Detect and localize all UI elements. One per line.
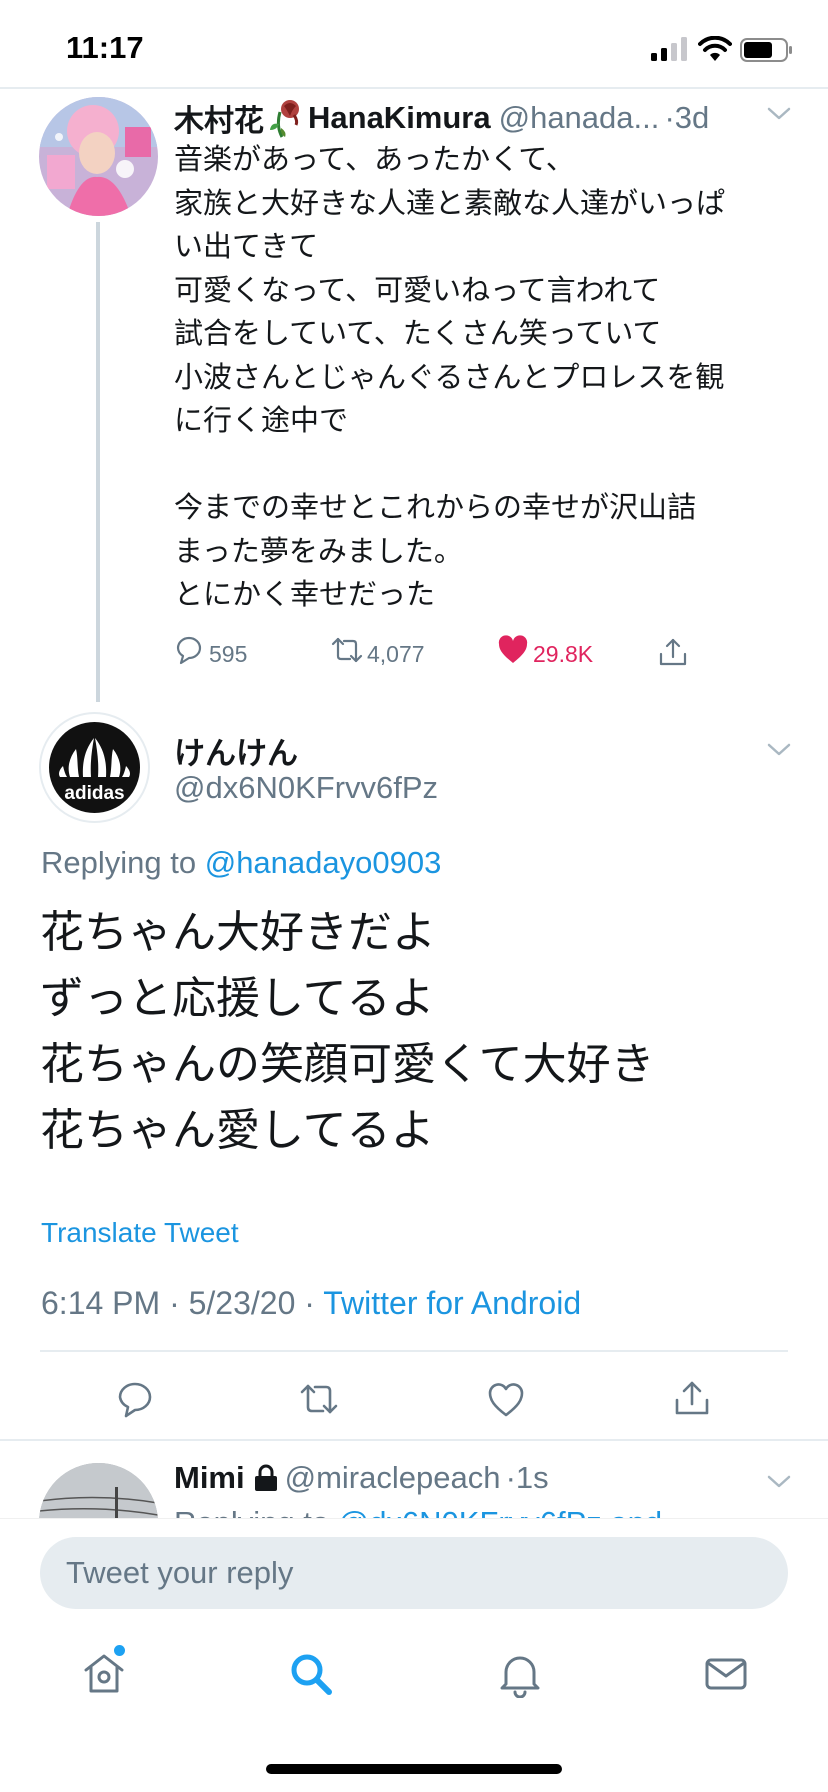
retweet-button[interactable]: 4,077 (331, 630, 425, 670)
reply-button[interactable] (115, 1379, 155, 1419)
header-separator: · (664, 100, 675, 135)
avatar[interactable] (39, 97, 158, 216)
tweet-text: 音楽があって、あったかくて、 家族と大好きな人達と素敵な人達がいっぱ い出てきて… (174, 142, 726, 611)
tab-messages[interactable] (702, 1650, 750, 1698)
tweet-text: 花ちゃん大好きだよ ずっと応援してるよ 花ちゃんの笑顔可愛くて大好き 花ちゃん愛… (40, 907, 655, 1156)
messages-icon (705, 1658, 747, 1690)
wifi-icon (698, 36, 732, 61)
status-bar: 11:17 (0, 0, 828, 88)
avatar-photo (39, 97, 158, 216)
battery-icon (740, 38, 792, 62)
display-name[interactable]: 木村花 (174, 104, 264, 139)
tweet-meta: 6:14 PM · 5/23/20 · Twitter for Android (41, 1285, 581, 1322)
tweet-datetime: 6:14 PM · 5/23/20 · (41, 1285, 315, 1321)
retweet-icon (300, 1384, 338, 1414)
reply-count: 595 (209, 640, 248, 667)
like-button[interactable]: 29.8K (497, 630, 593, 670)
avatar[interactable]: adidas (39, 712, 150, 823)
reply-composer-placeholder: Tweet your reply (66, 1555, 294, 1590)
thread-connector-line (96, 222, 100, 702)
chevron-down-icon[interactable] (766, 742, 792, 758)
tweet-detail-screen: 11:17 木村花 HanaKimura @hanada... ·3d 音楽があ… (0, 0, 828, 1792)
header-separator: · (505, 1460, 516, 1495)
chevron-down-icon[interactable] (766, 1474, 792, 1490)
replying-mention-link[interactable]: @hanadayo0903 (205, 845, 442, 880)
tab-home[interactable] (80, 1650, 128, 1698)
tweet-header: 木村花 HanaKimura @hanada... ·3d (174, 96, 774, 140)
tweet-timestamp[interactable]: 3d (675, 100, 709, 135)
share-button[interactable] (657, 632, 689, 672)
reply-icon (118, 1382, 152, 1418)
header-divider (0, 87, 828, 89)
retweet-icon (331, 637, 363, 663)
reply-button[interactable]: 595 (173, 630, 247, 670)
handle[interactable]: @miraclepeach (285, 1460, 501, 1495)
like-count: 29.8K (533, 640, 594, 667)
tweet-source-link[interactable]: Twitter for Android (323, 1285, 581, 1321)
cellular-signal-icon (651, 37, 687, 61)
handle[interactable]: @dx6N0KFrvv6fPz (174, 770, 438, 806)
replying-prefix: Replying to (41, 845, 197, 880)
wilted-rose-emoji-icon (270, 100, 299, 138)
display-name-latin[interactable]: HanaKimura (308, 100, 491, 135)
replying-to: Replying to @hanadayo0903 (41, 845, 441, 881)
svg-text:adidas: adidas (64, 783, 124, 804)
translate-tweet-link[interactable]: Translate Tweet (41, 1217, 239, 1249)
search-icon (291, 1654, 332, 1695)
display-name[interactable]: Mimi (174, 1460, 245, 1495)
meta-divider (40, 1350, 788, 1352)
adidas-logo-icon: adidas (49, 722, 140, 813)
home-new-content-dot (114, 1645, 125, 1656)
display-name[interactable]: けんけん (174, 728, 298, 773)
heart-filled-icon (498, 635, 528, 663)
home-icon (84, 1654, 124, 1693)
notifications-icon (500, 1656, 540, 1699)
tab-notifications[interactable] (496, 1650, 544, 1699)
lock-icon (254, 1464, 277, 1491)
retweet-button[interactable] (299, 1379, 339, 1419)
handle[interactable]: @hanada... (499, 100, 660, 135)
status-time: 11:17 (66, 30, 144, 65)
reply-composer-input[interactable]: Tweet your reply (40, 1537, 788, 1609)
tweet-timestamp[interactable]: 1s (516, 1460, 549, 1495)
tweet-divider (0, 1439, 828, 1441)
share-icon (659, 638, 687, 666)
retweet-count: 4,077 (367, 640, 425, 667)
tweet-header: Mimi @miraclepeach ·1s (174, 1460, 549, 1504)
like-button[interactable] (486, 1380, 526, 1420)
share-icon (675, 1381, 709, 1415)
share-button[interactable] (672, 1378, 712, 1418)
tab-search[interactable] (287, 1650, 335, 1698)
chevron-down-icon[interactable] (766, 106, 792, 122)
heart-icon (488, 1383, 524, 1417)
reply-icon (176, 636, 202, 665)
home-indicator (266, 1764, 562, 1774)
